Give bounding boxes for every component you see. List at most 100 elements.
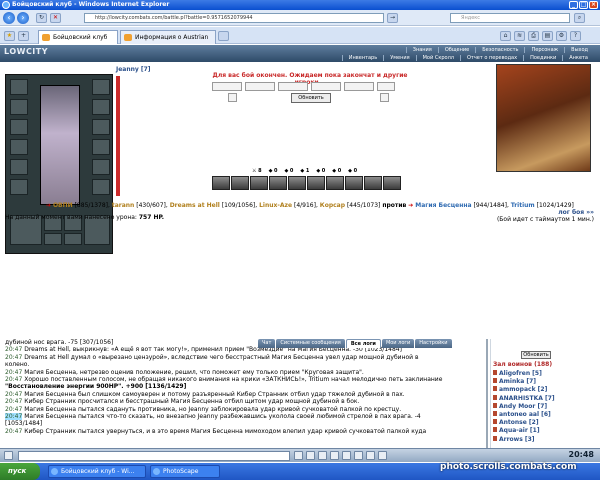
print-icon[interactable]: ⎙ [528,31,539,41]
home-icon[interactable]: ⌂ [500,31,511,41]
fighter-name[interactable]: Магия Бесценна [415,202,471,209]
chat-tab-my-logs[interactable]: Мои логи [381,339,415,348]
minimize-button[interactable]: _ [569,1,578,9]
player-list-item[interactable]: Aminka [7] [493,378,555,386]
favorites-star-icon[interactable]: ★ [4,31,15,41]
search-icon[interactable]: ⌕ [574,13,585,23]
gloves-slot[interactable] [92,99,110,115]
armor-slot[interactable] [10,139,28,155]
go-icon[interactable]: → [387,13,398,23]
trick-slot[interactable] [307,176,325,190]
fighter-name[interactable]: Tritium [511,202,535,209]
player-list-item[interactable]: ammopack [2] [493,386,555,394]
smiles-icon[interactable] [318,451,327,460]
room-refresh-button[interactable]: Обновить [521,351,551,359]
translit-icon[interactable] [330,451,339,460]
pants-slot[interactable] [92,139,110,155]
page-menu-icon[interactable]: ▤ [542,31,553,41]
fighter-name[interactable]: Linux-Aze [259,202,292,209]
player-list-item[interactable]: antoneo aal [6] [493,411,555,419]
taskbar-item-photoscape[interactable]: PhotoScape [150,465,220,478]
attack-zone-select[interactable] [212,82,242,91]
amulet-slot[interactable] [10,99,28,115]
belt-slot[interactable] [10,159,28,175]
menu-item-social[interactable]: Общение [437,47,475,53]
settings-icon[interactable] [366,451,375,460]
scroll-slot-4[interactable] [64,233,82,245]
maximize-button[interactable]: □ [579,1,588,9]
block-zone-select[interactable] [344,82,374,91]
boots-slot[interactable] [92,159,110,175]
add-favorites-icon[interactable]: + [18,31,29,41]
shield-slot[interactable] [92,119,110,135]
prev-arrow-icon[interactable] [228,93,237,102]
player-list-item[interactable]: Andy Moor [7] [493,402,555,411]
send-icon[interactable] [294,451,303,460]
player-name[interactable]: Jeanny [7] [116,66,151,73]
new-tab-icon[interactable] [218,31,229,41]
menu-item-exit[interactable]: Выход [564,47,594,53]
back-button[interactable]: ‹ [3,12,15,24]
tools-menu-icon[interactable]: ⚙ [556,31,567,41]
zoom-icon[interactable] [378,451,387,460]
earring-slot[interactable] [92,79,110,95]
refresh-page-icon[interactable]: ↻ [36,13,47,23]
trick-slot[interactable] [212,176,230,190]
tab-combats[interactable]: Бойцовский клуб [38,30,118,44]
feeds-icon[interactable]: ≋ [514,31,525,41]
help-icon[interactable]: ? [570,31,581,41]
fighter-name[interactable]: tarann [112,202,134,209]
sound-icon[interactable] [354,451,363,460]
trick-slot[interactable] [345,176,363,190]
chat-tab-system[interactable]: Системные сообщения [276,339,345,348]
taskbar-item-ie[interactable]: Бойцовский клуб - Wi... [48,465,146,478]
stop-icon[interactable]: ✕ [50,13,61,23]
block-zone-select[interactable] [311,82,341,91]
start-button[interactable]: пуск [0,463,40,480]
tab-info[interactable]: Информация о Austrian [120,30,216,44]
ring-slot[interactable] [10,179,28,195]
player-list-item[interactable]: Antonse [2] [493,419,555,427]
clear-icon[interactable] [306,451,315,460]
url-input[interactable]: http://lowcity.combats.com/battle.pl?bat… [84,13,384,23]
menu-item-my-scroll[interactable]: Мой Скролл [415,55,460,61]
trick-slot[interactable] [250,176,268,190]
menu-item-skills[interactable]: Умения [383,55,415,61]
next-arrow-icon[interactable] [380,93,389,102]
trick-slot[interactable] [326,176,344,190]
chat-tab-settings[interactable]: Настройки [415,339,452,348]
fighter-name[interactable]: Dreams at Hell [170,202,220,209]
menu-item-character[interactable]: Персонаж [524,47,564,53]
helmet-slot[interactable] [10,79,28,95]
chat-mode-icon[interactable] [4,451,13,460]
chat-tab-chat[interactable]: Чат [258,339,276,348]
player-list-item[interactable]: ANARHISTKA [7] [493,394,555,403]
attack-zone-select[interactable] [278,82,308,91]
trick-slot[interactable] [288,176,306,190]
menu-item-battles[interactable]: Поединки [523,55,562,61]
player-list-item[interactable]: Aligofren [5] [493,370,555,378]
menu-item-security[interactable]: Безопасность [475,47,524,53]
fighter-name[interactable]: Корсар [320,202,345,209]
trick-slot[interactable] [269,176,287,190]
search-input[interactable]: Яндекс [450,13,570,23]
bracer-slot[interactable] [92,179,110,195]
forward-button[interactable]: › [17,12,29,24]
menu-item-inventory[interactable]: Инвентарь [341,55,383,61]
battle-log-link[interactable]: лог боя »» [558,209,594,216]
trick-slot[interactable] [383,176,401,190]
fighter-name[interactable]: ОВПИ [53,202,73,209]
player-list-item[interactable]: Arrows [3] [493,435,555,444]
menu-item-transfers[interactable]: Отчет о переводах [459,55,523,61]
filter-icon[interactable] [342,451,351,460]
chat-log[interactable]: дубиной нос врага. -75 [307/1056] 20:47 … [0,339,488,448]
chat-tab-all-logs[interactable]: Все логи [345,339,381,348]
block-zone-select[interactable] [377,82,395,91]
menu-item-knowledge[interactable]: Знания [405,47,438,53]
player-list-item[interactable]: Aqua-air [1] [493,427,555,435]
close-button[interactable]: × [589,1,598,9]
weapon-slot[interactable] [10,119,28,135]
chat-input[interactable] [18,451,290,461]
scroll-slot-3[interactable] [44,233,62,245]
refresh-button[interactable]: Обновить [291,93,331,103]
